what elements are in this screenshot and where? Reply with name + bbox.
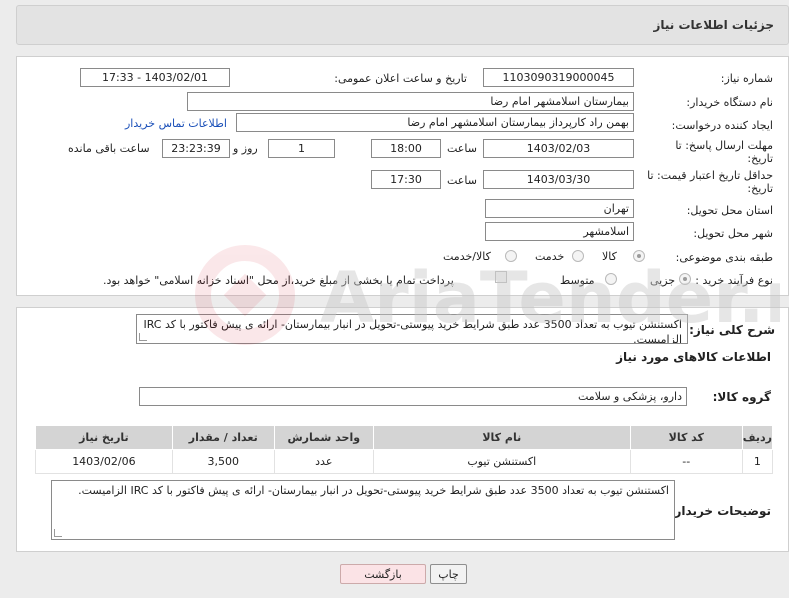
cell-date: 1403/02/06	[35, 449, 173, 474]
category-option-both: کالا/خدمت	[443, 250, 491, 263]
summary-label: شرح کلی نیاز:	[689, 323, 775, 337]
page-header: جزئیات اطلاعات نیاز	[16, 5, 789, 45]
process-radio-minor[interactable]	[679, 273, 691, 285]
city-field: اسلامشهر	[485, 222, 634, 241]
buyer-notes-label: توضیحات خریدار:	[669, 504, 771, 518]
category-label: طبقه بندی موضوعی:	[675, 251, 773, 264]
need-number-label: شماره نیاز:	[720, 72, 773, 85]
category-option-service: خدمت	[535, 250, 565, 263]
col-qty: تعداد / مقدار	[171, 425, 275, 450]
days-field: 1	[268, 139, 335, 158]
summary-textarea[interactable]: اکستنشن تیوب به تعداد 3500 عدد طبق شرایط…	[136, 314, 688, 344]
col-code: کد کالا	[629, 425, 743, 450]
goods-section-title: اطلاعات کالاهای مورد نیاز	[616, 350, 771, 364]
col-date: تاریخ نیاز	[35, 425, 173, 450]
buyer-org-field: بیمارستان اسلامشهر امام رضا	[187, 92, 634, 111]
reply-date-field: 1403/02/03	[483, 139, 634, 158]
announce-field: 1403/02/01 - 17:33	[80, 68, 230, 87]
category-radio-both[interactable]	[505, 250, 517, 262]
reply-time-field: 18:00	[371, 139, 441, 158]
reply-time-label: ساعت	[447, 142, 477, 155]
buyer-notes-textarea[interactable]: اکستنشن تیوب به تعداد 3500 عدد طبق شرایط…	[51, 480, 675, 540]
cell-row: 1	[741, 449, 774, 474]
goods-group-field: دارو، پزشکی و سلامت	[139, 387, 687, 406]
resize-grip-icon[interactable]	[54, 529, 62, 537]
need-number-field: 1103090319000045	[483, 68, 634, 87]
summary-text: اکستنشن تیوب به تعداد 3500 عدد طبق شرایط…	[143, 318, 682, 344]
process-option-medium: متوسط	[560, 274, 595, 287]
city-label: شهر محل تحویل:	[693, 227, 773, 240]
buyer-org-label: نام دستگاه خریدار:	[686, 96, 773, 109]
buyer-notes-text: اکستنشن تیوب به تعداد 3500 عدد طبق شرایط…	[78, 484, 669, 497]
goods-table-header: ردیف کد کالا نام کالا واحد شمارش تعداد /…	[35, 425, 774, 450]
treasury-payment-note: پرداخت تمام یا بخشی از مبلغ خرید،از محل …	[103, 274, 454, 287]
cell-unit: عدد	[273, 449, 374, 474]
creator-field: بهمن راد کارپرداز بیمارستان اسلامشهر اما…	[236, 113, 634, 132]
process-label: نوع فرآیند خرید :	[695, 274, 773, 287]
category-radio-service[interactable]	[572, 250, 584, 262]
goods-table: ردیف کد کالا نام کالا واحد شمارش تعداد /…	[35, 425, 774, 474]
cell-name: اکستنشن تیوب	[372, 449, 631, 474]
col-unit: واحد شمارش	[273, 425, 374, 450]
price-validity-label: حداقل تاریخ اعتبار قیمت: تا	[647, 169, 773, 182]
price-date-field: 1403/03/30	[483, 170, 634, 189]
page-title: جزئیات اطلاعات نیاز	[653, 18, 774, 32]
category-radio-goods[interactable]	[633, 250, 645, 262]
price-time-field: 17:30	[371, 170, 441, 189]
back-button[interactable]: بازگشت	[340, 564, 426, 584]
province-field: تهران	[485, 199, 634, 218]
process-radio-medium[interactable]	[605, 273, 617, 285]
price-time-label: ساعت	[447, 174, 477, 187]
category-option-goods: کالا	[602, 250, 617, 263]
col-row: ردیف	[741, 425, 774, 450]
goods-group-label: گروه کالا:	[712, 390, 771, 404]
days-label: روز و	[233, 142, 258, 155]
creator-label: ایجاد کننده درخواست:	[671, 119, 773, 132]
price-validity-label-2: تاریخ:	[747, 182, 773, 195]
print-button[interactable]: چاپ	[430, 564, 467, 584]
announce-label: تاریخ و ساعت اعلان عمومی:	[334, 72, 467, 85]
cell-qty: 3,500	[171, 449, 275, 474]
col-name: نام کالا	[372, 425, 631, 450]
table-row: 1 -- اکستنشن تیوب عدد 3,500 1403/02/06	[35, 449, 774, 474]
remaining-time-field: 23:23:39	[162, 139, 230, 158]
contact-info-link[interactable]: اطلاعات تماس خریدار	[125, 117, 227, 130]
remaining-label: ساعت باقی مانده	[68, 142, 150, 155]
cell-code: --	[629, 449, 743, 474]
reply-deadline-label-2: تاریخ:	[747, 152, 773, 165]
process-option-minor: جزیی	[650, 274, 676, 287]
resize-grip-icon[interactable]	[139, 333, 147, 341]
province-label: استان محل تحویل:	[686, 204, 773, 217]
reply-deadline-label: مهلت ارسال پاسخ: تا	[675, 139, 773, 152]
treasury-payment-checkbox[interactable]	[495, 271, 507, 283]
